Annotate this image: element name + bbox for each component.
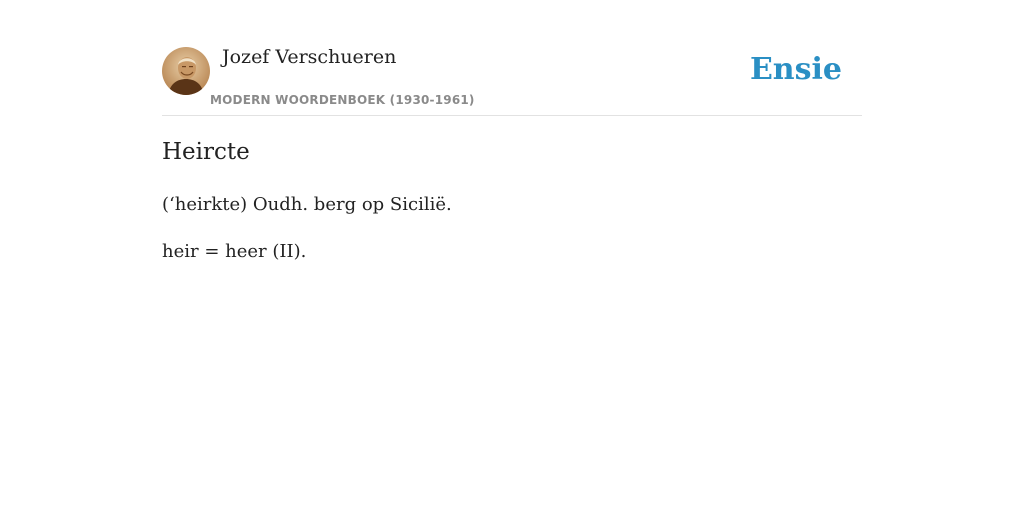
header: Jozef Verschueren MODERN WOORDENBOEK (19… [162,44,862,116]
entry-definition: (‘heirkte) Oudh. berg op Sicilië. [162,194,452,215]
author-portrait-icon [162,47,210,95]
brand-logo[interactable]: Ensie [750,52,842,87]
entry-etymology: heir = heer (II). [162,241,307,262]
author-avatar[interactable] [162,47,210,95]
source-label: MODERN WOORDENBOEK (1930-1961) [210,93,475,107]
author-name[interactable]: Jozef Verschueren [222,46,396,68]
entry-title: Heircte [162,139,250,165]
page: Jozef Verschueren MODERN WOORDENBOEK (19… [0,0,1024,512]
